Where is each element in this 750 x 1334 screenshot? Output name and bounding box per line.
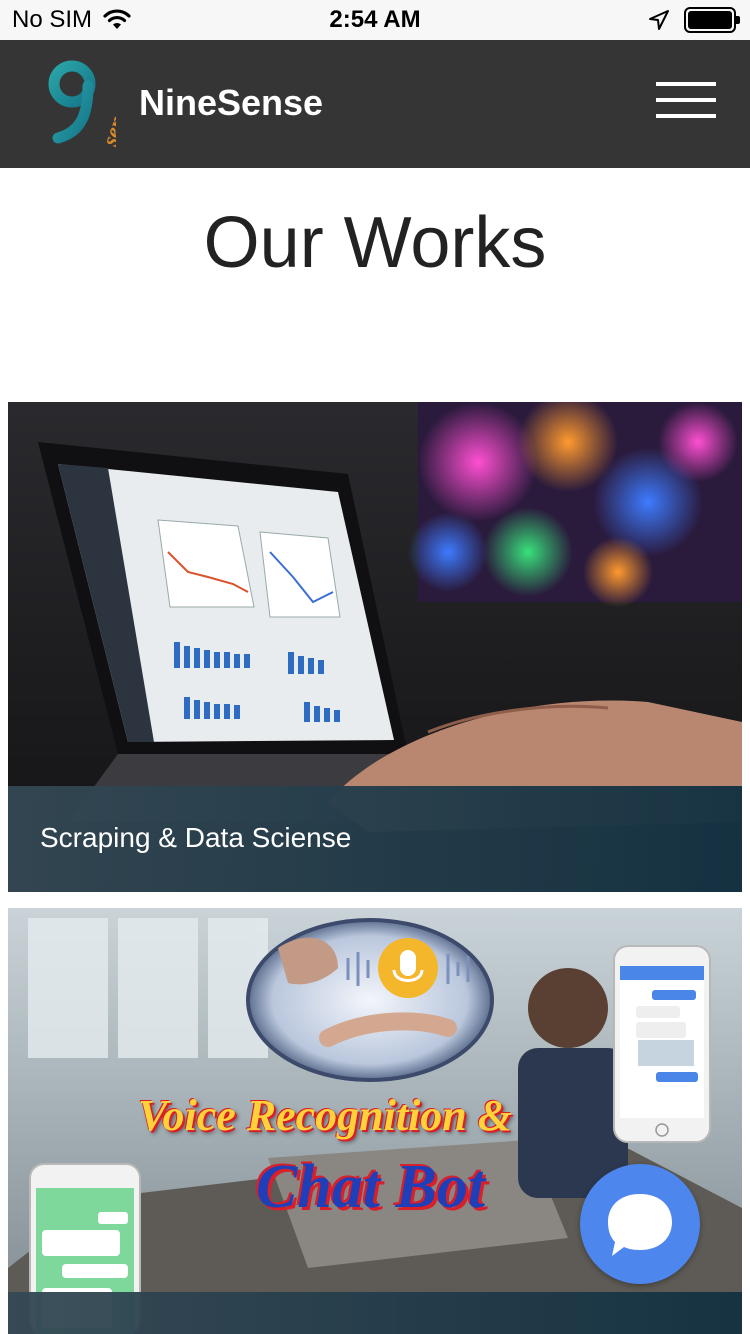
battery-tip [736, 16, 740, 24]
status-bar: No SIM 2:54 AM [0, 0, 750, 40]
brand-name[interactable]: NineSense [139, 82, 323, 124]
hamburger-icon-bar-bottom [656, 114, 716, 118]
location-arrow-icon [649, 10, 669, 30]
battery-icon [684, 7, 740, 33]
card-caption: Scraping & Data Sciense [8, 786, 742, 892]
ninesense-logo[interactable]: sense [44, 54, 116, 154]
svg-text:sense: sense [96, 94, 116, 149]
work-card-scraping[interactable]: Scraping & Data Sciense [8, 402, 742, 892]
menu-button[interactable] [650, 78, 720, 122]
voice-recognition-title: Voice Recognition & [138, 1091, 512, 1140]
hamburger-icon-bar-middle [656, 98, 716, 102]
card-caption-text: Scraping & Data Sciense [40, 822, 352, 853]
site-header: sense NineSense [0, 40, 750, 168]
hamburger-icon-bar-top [656, 82, 716, 86]
battery-fill [688, 11, 732, 29]
chat-button[interactable] [580, 1164, 700, 1284]
chat-bot-title: Chat Bot [256, 1153, 486, 1221]
status-time: 2:54 AM [329, 6, 421, 33]
card-caption [8, 1292, 742, 1334]
status-right [648, 7, 740, 33]
chat-bubble-icon [608, 1194, 672, 1256]
page-title: Our Works [203, 203, 547, 283]
